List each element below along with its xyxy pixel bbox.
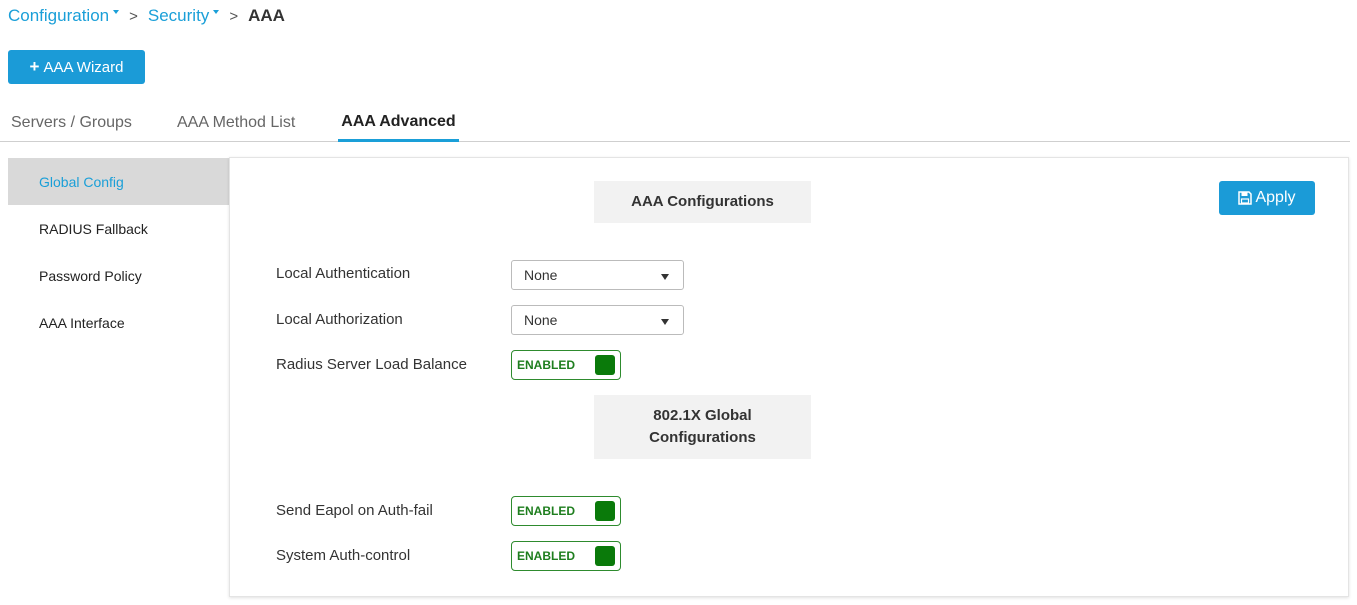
toggle-state-label: ENABLED bbox=[517, 549, 576, 563]
dropdown-arrow-icon bbox=[661, 274, 669, 280]
sidebar: Global Config RADIUS Fallback Password P… bbox=[8, 158, 229, 346]
toggle-knob bbox=[595, 501, 615, 521]
sidebar-item-radius-fallback[interactable]: RADIUS Fallback bbox=[8, 205, 229, 252]
breadcrumb-configuration[interactable]: Configuration bbox=[8, 6, 120, 26]
toggle-knob bbox=[595, 355, 615, 375]
sidebar-item-label: Password Policy bbox=[39, 267, 142, 284]
caret-down-icon bbox=[213, 10, 220, 14]
apply-button[interactable]: Apply bbox=[1219, 181, 1315, 215]
radius-load-balance-toggle[interactable]: ENABLED bbox=[511, 350, 621, 380]
tab-bar: Servers / Groups AAA Method List AAA Adv… bbox=[0, 104, 1350, 142]
aaa-wizard-button[interactable]: + AAA Wizard bbox=[8, 50, 145, 84]
local-authorization-value: None bbox=[524, 312, 558, 328]
system-auth-control-label: System Auth-control bbox=[276, 547, 411, 564]
sidebar-item-label: Global Config bbox=[39, 173, 124, 190]
aaa-configurations-title: AAA Configurations bbox=[631, 193, 774, 210]
tab-label: Servers / Groups bbox=[11, 114, 132, 131]
dot1x-global-configurations-header: 802.1X Global Configurations bbox=[594, 395, 811, 459]
apply-label: Apply bbox=[1255, 189, 1296, 206]
local-authentication-select[interactable]: None bbox=[511, 260, 684, 290]
local-authentication-label: Local Authentication bbox=[276, 265, 411, 282]
plus-icon: + bbox=[29, 57, 40, 76]
tab-servers-groups[interactable]: Servers / Groups bbox=[11, 104, 132, 142]
save-icon bbox=[1238, 191, 1253, 205]
toggle-state-label: ENABLED bbox=[517, 504, 576, 518]
tab-aaa-method-list[interactable]: AAA Method List bbox=[177, 104, 295, 142]
aaa-configurations-header: AAA Configurations bbox=[594, 181, 811, 223]
sidebar-item-label: AAA Interface bbox=[39, 314, 125, 331]
send-eapol-label: Send Eapol on Auth-fail bbox=[276, 502, 433, 519]
breadcrumb-security-label: Security bbox=[147, 6, 210, 25]
send-eapol-toggle[interactable]: ENABLED bbox=[511, 496, 621, 526]
aaa-wizard-label: AAA Wizard bbox=[43, 58, 124, 76]
tab-label: AAA Method List bbox=[177, 114, 296, 131]
breadcrumb-security[interactable]: Security bbox=[147, 6, 220, 26]
tab-aaa-advanced[interactable]: AAA Advanced bbox=[338, 104, 459, 142]
radius-load-balance-label: Radius Server Load Balance bbox=[276, 356, 467, 373]
local-authorization-select[interactable]: None bbox=[511, 305, 684, 335]
tab-label: AAA Advanced bbox=[341, 112, 456, 130]
breadcrumb-current: AAA bbox=[248, 6, 285, 25]
global-config-panel: AAA Configurations Apply Local Authentic… bbox=[229, 157, 1349, 597]
sidebar-item-password-policy[interactable]: Password Policy bbox=[8, 252, 229, 299]
sidebar-item-global-config[interactable]: Global Config bbox=[8, 158, 229, 205]
sidebar-item-label: RADIUS Fallback bbox=[39, 220, 148, 237]
sidebar-item-aaa-interface[interactable]: AAA Interface bbox=[8, 299, 229, 346]
dot1x-header-line2: Configurations bbox=[649, 429, 756, 446]
breadcrumb-separator: > bbox=[129, 7, 138, 25]
breadcrumb: Configuration > Security > AAA bbox=[8, 5, 285, 27]
breadcrumb-configuration-label: Configuration bbox=[8, 6, 110, 25]
dropdown-arrow-icon bbox=[661, 319, 669, 325]
caret-down-icon bbox=[113, 10, 120, 14]
system-auth-control-toggle[interactable]: ENABLED bbox=[511, 541, 621, 571]
breadcrumb-separator: > bbox=[229, 7, 239, 25]
local-authentication-value: None bbox=[524, 267, 558, 283]
toggle-knob bbox=[595, 546, 615, 566]
dot1x-header-line1: 802.1X Global bbox=[653, 407, 752, 424]
toggle-state-label: ENABLED bbox=[517, 358, 576, 372]
local-authorization-label: Local Authorization bbox=[276, 311, 403, 328]
